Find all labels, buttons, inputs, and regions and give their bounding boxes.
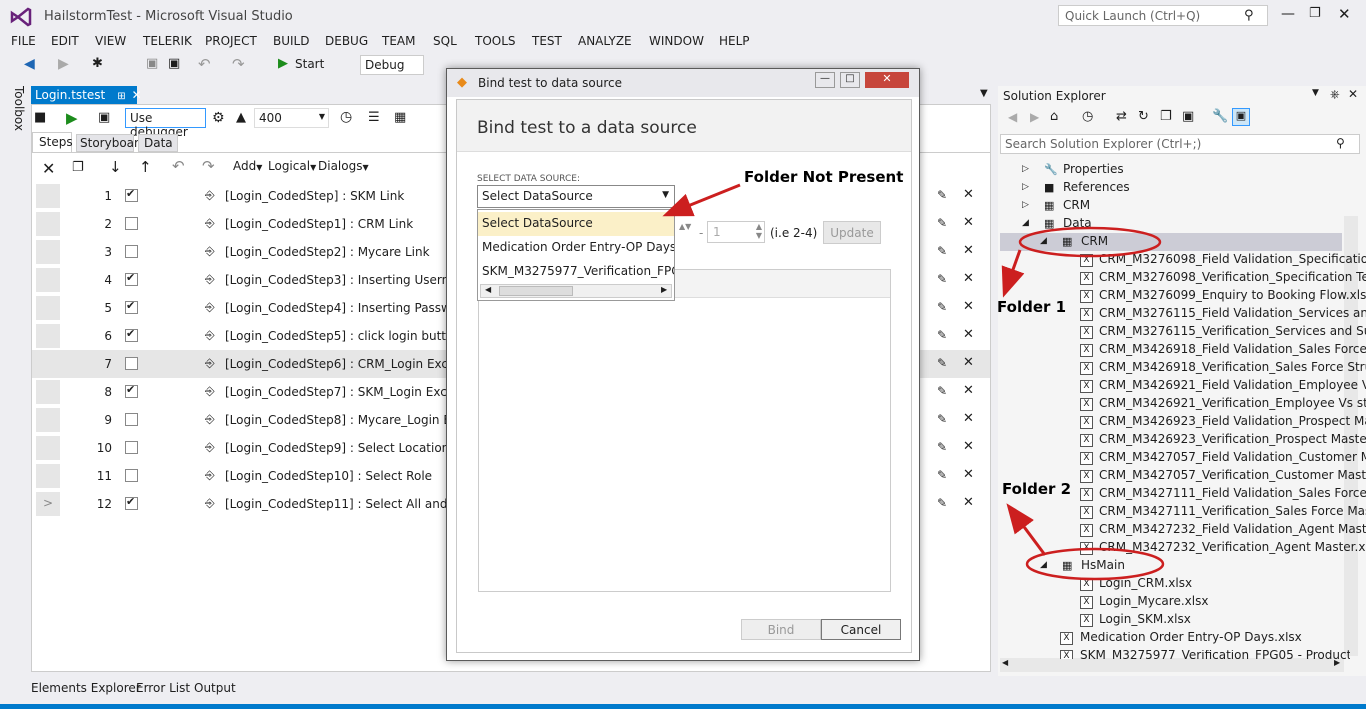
annotation-folder2: Folder 2 <box>1002 480 1072 498</box>
highlight-crm-folder <box>1018 226 1162 258</box>
arrow-folder1 <box>1001 249 1025 298</box>
annotation-folder1: Folder 1 <box>997 298 1067 316</box>
status-bar <box>0 704 1366 709</box>
arrow-folder2 <box>1006 503 1047 556</box>
tab-error-list[interactable]: Error List <box>136 681 190 695</box>
annotation-folder-not-present: Folder Not Present <box>744 168 904 186</box>
highlight-hsmain-folder <box>1025 547 1165 581</box>
tab-elements-explorer[interactable]: Elements Explorer <box>31 681 141 695</box>
tab-output[interactable]: Output <box>194 681 236 695</box>
annotation-overlay <box>662 183 1165 581</box>
arrow-folder-not-present <box>662 183 741 217</box>
